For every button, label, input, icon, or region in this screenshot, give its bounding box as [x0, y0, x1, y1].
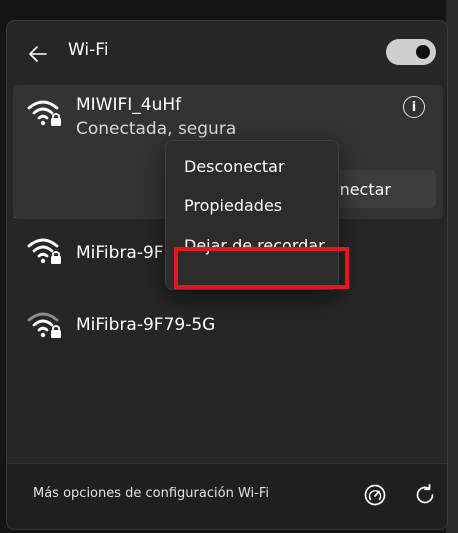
wifi-secure-icon — [27, 238, 61, 264]
panel-footer: Más opciones de configuración Wi-Fi — [7, 463, 447, 529]
wifi-toggle[interactable] — [386, 39, 436, 65]
back-arrow-icon — [29, 46, 47, 62]
info-icon: i — [411, 99, 417, 115]
back-button[interactable] — [25, 41, 51, 67]
menu-item-disconnect[interactable]: Desconectar — [184, 157, 285, 176]
speedometer-icon[interactable] — [363, 483, 387, 507]
network-info-button[interactable]: i — [403, 96, 425, 118]
toggle-knob — [416, 45, 430, 59]
network-name: MIWIFI_4uHf — [76, 95, 182, 115]
menu-item-properties[interactable]: Propiedades — [184, 196, 282, 215]
more-wifi-settings-link[interactable]: Más opciones de configuración Wi-Fi — [33, 486, 269, 501]
wifi-secure-icon — [27, 100, 61, 126]
panel-title: Wi-Fi — [68, 40, 109, 60]
wifi-quick-settings-panel: Wi-Fi MIWIFI_4uHf Conectada, segura i ne… — [6, 20, 448, 530]
highlight-annotation-box — [174, 247, 349, 289]
network-name: MiFibra-9F79-5G — [76, 315, 216, 335]
refresh-icon[interactable] — [413, 483, 437, 507]
network-status: Conectada, segura — [76, 119, 237, 139]
network-name: MiFibra-9F7 — [76, 243, 175, 263]
panel-header: Wi-Fi — [7, 21, 447, 83]
wifi-secure-icon — [27, 312, 61, 338]
